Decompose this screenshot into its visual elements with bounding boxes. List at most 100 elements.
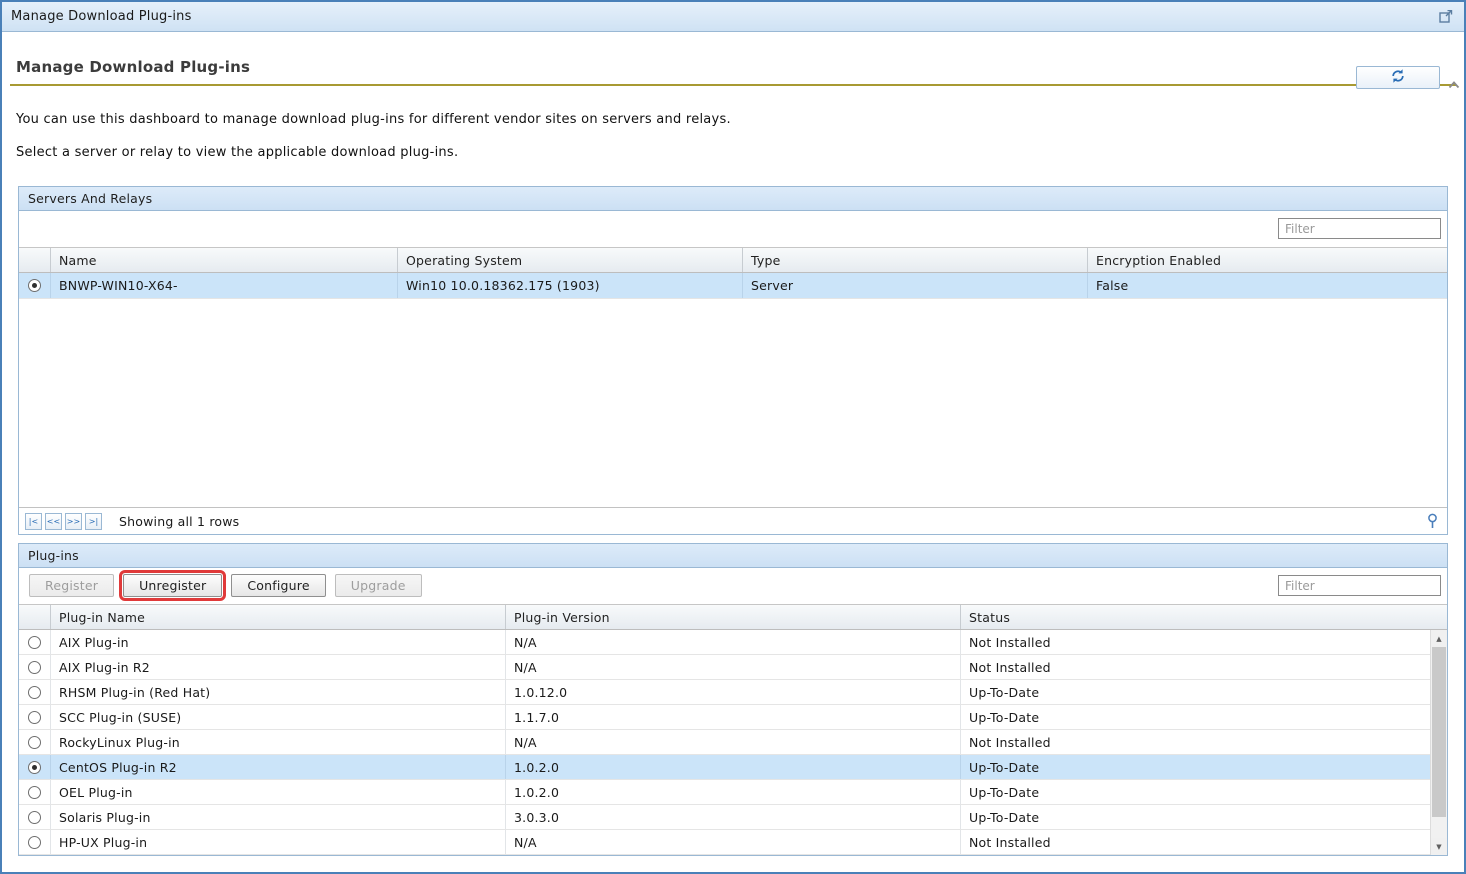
plugins-table-body: AIX Plug-inN/ANot InstalledAIX Plug-in R… — [19, 630, 1447, 855]
table-cell: Not Installed — [961, 655, 1430, 679]
upgrade-button: Upgrade — [335, 574, 422, 597]
instruction-text: Select a server or relay to view the app… — [16, 145, 1450, 160]
row-radio-button[interactable] — [28, 811, 41, 824]
column-header: Plug-in Version — [506, 605, 961, 629]
row-radio-button[interactable] — [28, 636, 41, 649]
table-cell: RHSM Plug-in (Red Hat) — [51, 680, 506, 704]
servers-pagination-bar: |< << >> >| Showing all 1 rows — [19, 507, 1447, 534]
table-cell: Up-To-Date — [961, 680, 1430, 704]
radio-cell — [19, 705, 51, 729]
intro-text: You can use this dashboard to manage dow… — [16, 112, 1450, 127]
plugin-row[interactable]: RHSM Plug-in (Red Hat)1.0.12.0Up-To-Date — [19, 680, 1430, 705]
column-header: Plug-in Name — [51, 605, 506, 629]
plugins-panel-title: Plug-ins — [28, 548, 79, 563]
register-button: Register — [29, 574, 114, 597]
dashboard-content: Manage Download Plug-ins You can use thi… — [2, 58, 1464, 874]
plugins-rows: AIX Plug-inN/ANot InstalledAIX Plug-in R… — [19, 630, 1447, 855]
magnifier-icon[interactable] — [1426, 513, 1439, 533]
page-title: Manage Download Plug-ins — [16, 58, 1464, 76]
servers-table-header: NameOperating SystemTypeEncryption Enabl… — [19, 247, 1447, 273]
dashboard-window: Manage Download Plug-ins Manage Download… — [0, 0, 1466, 874]
servers-filter-input[interactable] — [1278, 218, 1441, 239]
prev-page-button[interactable]: << — [45, 513, 62, 530]
heading-divider — [10, 84, 1456, 86]
servers-table-body: BNWP-WIN10-X64-Win10 10.0.18362.175 (190… — [19, 273, 1447, 299]
table-cell: AIX Plug-in R2 — [51, 655, 506, 679]
radio-cell — [19, 273, 51, 298]
last-page-button[interactable]: >| — [85, 513, 102, 530]
table-cell: BNWP-WIN10-X64- — [51, 273, 398, 298]
table-cell: Not Installed — [961, 630, 1430, 654]
table-cell: CentOS Plug-in R2 — [51, 755, 506, 779]
plugin-row[interactable]: AIX Plug-in R2N/ANot Installed — [19, 655, 1430, 680]
servers-toolbar — [19, 211, 1447, 247]
table-cell: AIX Plug-in — [51, 630, 506, 654]
table-cell: Server — [743, 273, 1088, 298]
table-cell: SCC Plug-in (SUSE) — [51, 705, 506, 729]
plugin-row[interactable]: SCC Plug-in (SUSE)1.1.7.0Up-To-Date — [19, 705, 1430, 730]
table-cell: N/A — [506, 730, 961, 754]
column-header: Encryption Enabled — [1088, 248, 1447, 272]
servers-panel-title: Servers And Relays — [28, 191, 152, 206]
unregister-button[interactable]: Unregister — [123, 574, 222, 597]
table-cell: 3.0.3.0 — [506, 805, 961, 829]
radio-cell — [19, 780, 51, 804]
plugin-row[interactable]: OEL Plug-in1.0.2.0Up-To-Date — [19, 780, 1430, 805]
row-radio-button[interactable] — [28, 836, 41, 849]
plugin-row[interactable]: HP-UX Plug-inN/ANot Installed — [19, 830, 1430, 855]
table-cell: Up-To-Date — [961, 780, 1430, 804]
radio-cell — [19, 755, 51, 779]
servers-panel-header: Servers And Relays — [19, 187, 1447, 211]
plugins-panel-header: Plug-ins — [19, 544, 1447, 568]
row-radio-button[interactable] — [28, 711, 41, 724]
refresh-button[interactable] — [1356, 66, 1440, 89]
scrollbar-up-arrow-icon[interactable]: ▲ — [1431, 630, 1447, 647]
configure-button[interactable]: Configure — [231, 574, 325, 597]
plugin-row[interactable]: AIX Plug-inN/ANot Installed — [19, 630, 1430, 655]
column-header: Name — [51, 248, 398, 272]
select-column-header — [19, 248, 51, 272]
table-cell: 1.0.2.0 — [506, 755, 961, 779]
refresh-icon — [1390, 68, 1406, 87]
plugin-row[interactable]: Solaris Plug-in3.0.3.0Up-To-Date — [19, 805, 1430, 830]
radio-cell — [19, 630, 51, 654]
window-title: Manage Download Plug-ins — [11, 9, 192, 24]
plugin-row[interactable]: RockyLinux Plug-inN/ANot Installed — [19, 730, 1430, 755]
scrollbar-down-arrow-icon[interactable]: ▼ — [1431, 838, 1447, 855]
table-cell: Solaris Plug-in — [51, 805, 506, 829]
table-cell: Up-To-Date — [961, 705, 1430, 729]
column-header: Type — [743, 248, 1088, 272]
popout-window-icon[interactable] — [1438, 9, 1454, 25]
row-radio-button[interactable] — [28, 686, 41, 699]
table-cell: OEL Plug-in — [51, 780, 506, 804]
window-titlebar: Manage Download Plug-ins — [2, 2, 1464, 32]
table-cell: 1.0.12.0 — [506, 680, 961, 704]
column-header: Status — [961, 605, 1447, 629]
select-column-header — [19, 605, 51, 629]
table-cell: Not Installed — [961, 730, 1430, 754]
page-scroll-up-icon[interactable] — [1447, 78, 1461, 90]
row-radio-button[interactable] — [28, 279, 41, 292]
plugins-scrollbar[interactable]: ▲ ▼ — [1430, 630, 1447, 855]
pagination-status: Showing all 1 rows — [119, 514, 239, 529]
radio-cell — [19, 805, 51, 829]
row-radio-button[interactable] — [28, 736, 41, 749]
plugins-table-header: Plug-in NamePlug-in VersionStatus — [19, 604, 1447, 630]
scrollbar-thumb[interactable] — [1432, 647, 1446, 817]
plugin-row[interactable]: CentOS Plug-in R21.0.2.0Up-To-Date — [19, 755, 1430, 780]
servers-panel: Servers And Relays NameOperating SystemT… — [18, 186, 1448, 535]
server-row[interactable]: BNWP-WIN10-X64-Win10 10.0.18362.175 (190… — [19, 273, 1447, 299]
servers-table-empty-area — [19, 299, 1447, 507]
row-radio-button[interactable] — [28, 661, 41, 674]
first-page-button[interactable]: |< — [25, 513, 42, 530]
table-cell: RockyLinux Plug-in — [51, 730, 506, 754]
radio-cell — [19, 655, 51, 679]
next-page-button[interactable]: >> — [65, 513, 82, 530]
table-cell: N/A — [506, 655, 961, 679]
row-radio-button[interactable] — [28, 761, 41, 774]
table-cell: False — [1088, 273, 1447, 298]
table-cell: Up-To-Date — [961, 805, 1430, 829]
plugins-filter-input[interactable] — [1278, 575, 1441, 596]
row-radio-button[interactable] — [28, 786, 41, 799]
table-cell: Up-To-Date — [961, 755, 1430, 779]
